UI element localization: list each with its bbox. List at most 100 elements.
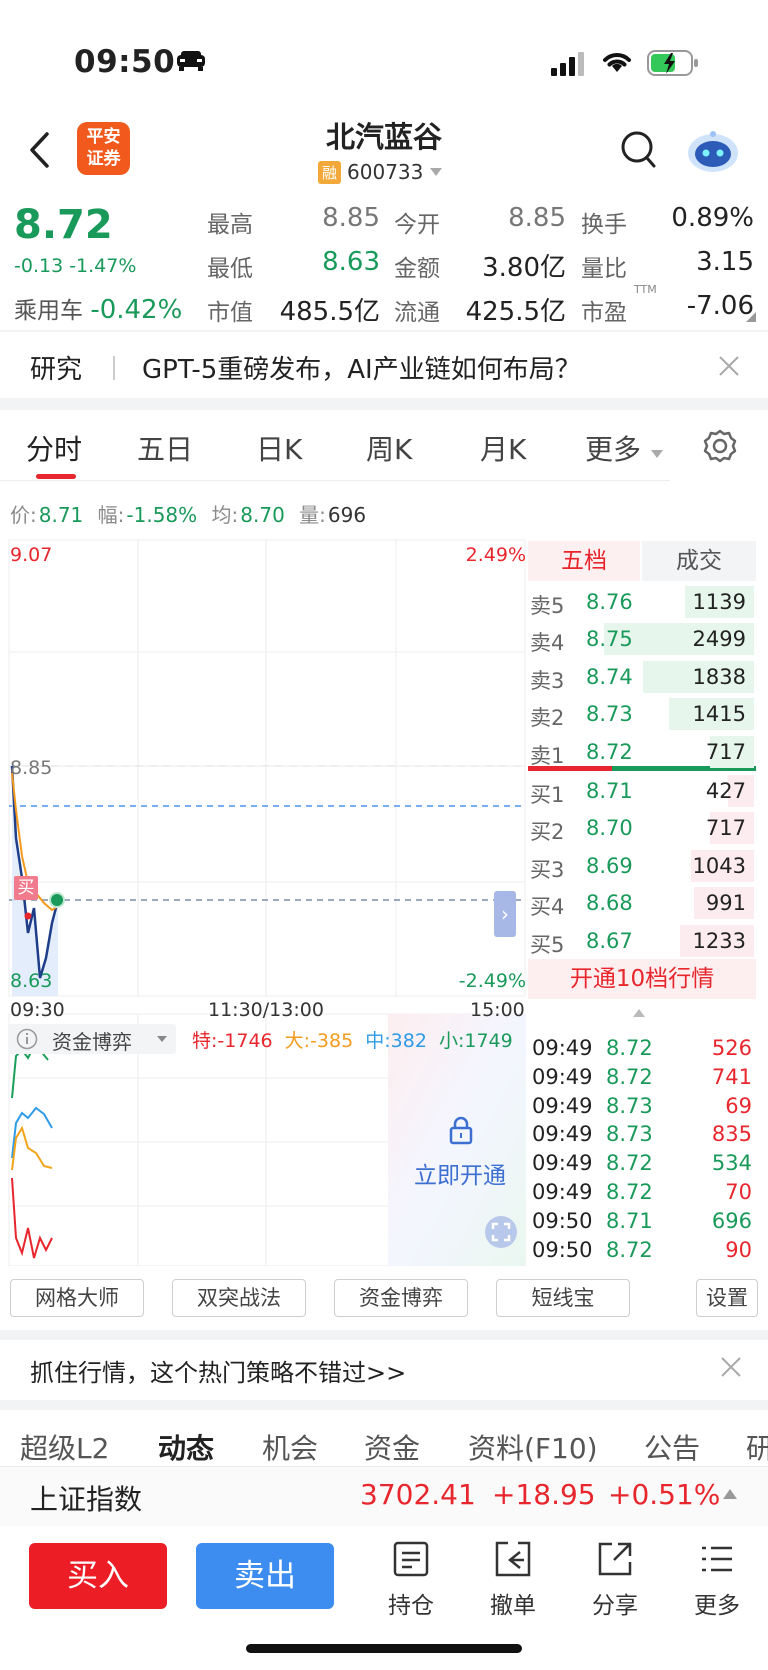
home-indicator[interactable] xyxy=(246,1644,522,1653)
bid-level-row[interactable]: 买2 8.70 717 xyxy=(528,810,754,846)
tab-daily-k[interactable]: 日K xyxy=(256,428,302,468)
stat-value-pe: -7.06 xyxy=(686,291,754,321)
tab-capital[interactable]: 资金 xyxy=(364,1427,420,1467)
tab-intraday[interactable]: 分时 xyxy=(26,428,82,468)
ask-level-row[interactable]: 卖5 8.76 1139 xyxy=(528,584,754,620)
trade-point xyxy=(24,912,32,920)
stat-label-high: 最高 xyxy=(207,212,253,238)
trade-time: 09:49 xyxy=(532,1151,593,1176)
capital-indicator-selector[interactable]: 资金博弈 xyxy=(8,1024,176,1054)
cancel-order-action[interactable]: 撤单 xyxy=(473,1540,553,1620)
trade-time: 09:49 xyxy=(532,1122,593,1147)
cancel-order-icon xyxy=(495,1541,531,1577)
level-volume: 1415 xyxy=(692,702,746,727)
trade-price: 8.72 xyxy=(606,1036,653,1060)
trade-tick-row: 09:49 8.73 835 xyxy=(530,1122,754,1151)
stat-label-float: 流通 xyxy=(394,300,440,326)
close-promo-icon[interactable] xyxy=(720,1356,742,1378)
index-name: 上证指数 xyxy=(30,1483,143,1516)
tab-profile-f10[interactable]: 资料(F10) xyxy=(468,1427,598,1467)
chart-settings-gear-icon[interactable] xyxy=(702,428,738,464)
info-icon[interactable] xyxy=(16,1028,38,1050)
bid-level-row[interactable]: 买5 8.67 1233 xyxy=(528,923,754,959)
ask-level-row[interactable]: 卖4 8.75 2499 xyxy=(528,621,754,657)
level-label: 卖4 xyxy=(530,631,565,656)
y-axis-high-label: 8.85 xyxy=(10,757,53,779)
tab-opportunities[interactable]: 机会 xyxy=(262,1427,318,1467)
promo-banner-text[interactable]: 抓住行情，这个热门策略不错过>> xyxy=(30,1353,406,1388)
trade-tick-row: 09:50 8.72 90 xyxy=(530,1238,754,1267)
stat-value-turnover: 0.89% xyxy=(671,203,754,233)
tab-announcements[interactable]: 公告 xyxy=(644,1427,700,1467)
collapse-up-icon[interactable] xyxy=(632,1008,646,1018)
bid-level-row[interactable]: 买1 8.71 427 xyxy=(528,773,754,809)
level-label: 买4 xyxy=(530,895,565,920)
capital-game-button[interactable]: 资金博弈 xyxy=(334,1279,468,1317)
caret-down-icon xyxy=(650,450,663,458)
expand-corner-icon[interactable] xyxy=(746,312,756,322)
capital-small: 1749 xyxy=(464,1030,513,1052)
stat-value-volume-ratio: 3.15 xyxy=(696,247,754,277)
buy-button[interactable]: 买入 xyxy=(29,1543,167,1609)
level-volume: 1838 xyxy=(692,664,746,689)
settings-button[interactable]: 设置 xyxy=(696,1279,758,1317)
ai-assistant-icon[interactable] xyxy=(686,128,740,174)
upgrade-ten-level-button[interactable]: 开通10档行情 xyxy=(528,959,756,999)
share-action[interactable]: 分享 xyxy=(575,1540,655,1620)
stock-code-selector[interactable]: 融 600733 xyxy=(318,160,443,184)
bid-level-row[interactable]: 买4 8.68 991 xyxy=(528,885,754,921)
trade-tick-row: 09:49 8.73 69 xyxy=(530,1094,754,1123)
index-change: +18.95 xyxy=(492,1478,596,1511)
wifi-icon xyxy=(603,53,631,72)
tab-five-levels[interactable]: 五档 xyxy=(528,541,640,581)
level-label: 卖2 xyxy=(530,706,565,731)
trade-volume: 835 xyxy=(711,1122,752,1147)
holdings-action[interactable]: 持仓 xyxy=(371,1540,451,1620)
stat-value-float: 425.5亿 xyxy=(465,297,566,327)
trade-price: 8.73 xyxy=(606,1093,653,1118)
sector-info[interactable]: 乘用车 -0.42% xyxy=(14,291,182,325)
grid-master-button[interactable]: 网格大师 xyxy=(10,1279,144,1317)
bid-level-row[interactable]: 买3 8.69 1043 xyxy=(528,848,754,884)
close-news-icon[interactable] xyxy=(718,355,740,377)
level-price: 8.69 xyxy=(586,853,633,878)
info-avg: 8.70 xyxy=(240,503,285,527)
buy-signal-marker[interactable]: 买 xyxy=(14,876,38,900)
sector-change: -0.42% xyxy=(90,295,183,325)
tab-super-l2[interactable]: 超级L2 xyxy=(20,1427,109,1467)
capital-super: -1746 xyxy=(217,1030,273,1052)
sell-button[interactable]: 卖出 xyxy=(196,1543,334,1609)
stat-value-amount: 3.80亿 xyxy=(482,253,566,283)
ask-level-row[interactable]: 卖3 8.74 1838 xyxy=(528,659,754,695)
tab-weekly-k[interactable]: 周K xyxy=(366,428,412,468)
level-volume: 1139 xyxy=(692,590,746,614)
tab-five-day[interactable]: 五日 xyxy=(137,428,193,468)
stat-value-low: 8.63 xyxy=(322,247,380,277)
fullscreen-icon[interactable] xyxy=(484,1215,518,1249)
ask-level-row[interactable]: 卖1 8.72 717 xyxy=(528,734,754,770)
battery-icon xyxy=(647,50,698,76)
trade-time: 09:50 xyxy=(532,1208,593,1233)
tab-more[interactable]: 更多 xyxy=(585,428,664,468)
tab-monthly-k[interactable]: 月K xyxy=(480,428,526,468)
trade-tick-row: 09:49 8.72 534 xyxy=(530,1151,754,1180)
sector-name: 乘用车 xyxy=(14,298,83,324)
trade-volume: 70 xyxy=(725,1180,752,1204)
tab-research[interactable]: 研 xyxy=(746,1427,768,1467)
level-label: 买2 xyxy=(530,820,565,845)
ask-level-row[interactable]: 卖2 8.73 1415 xyxy=(528,696,754,732)
expand-up-icon[interactable] xyxy=(722,1488,738,1500)
news-headline[interactable]: GPT-5重磅发布，AI产业链如何布局？ xyxy=(142,349,581,386)
tab-dynamics[interactable]: 动态 xyxy=(158,1427,214,1467)
double-breakout-button[interactable]: 双突战法 xyxy=(172,1279,306,1317)
trade-tick-row: 09:49 8.72 741 xyxy=(530,1065,754,1094)
level-volume: 717 xyxy=(705,739,746,764)
tab-trades[interactable]: 成交 xyxy=(642,541,756,581)
short-line-treasure-button[interactable]: 短线宝 xyxy=(496,1279,630,1317)
unlock-now-link[interactable]: 立即开通 xyxy=(414,1156,506,1190)
level-label: 买1 xyxy=(530,783,565,807)
x-axis-end-label: 15:00 xyxy=(470,999,525,1021)
search-icon[interactable] xyxy=(620,130,658,170)
more-action[interactable]: 更多 xyxy=(677,1540,757,1620)
expand-panel-handle[interactable]: › xyxy=(494,891,516,937)
